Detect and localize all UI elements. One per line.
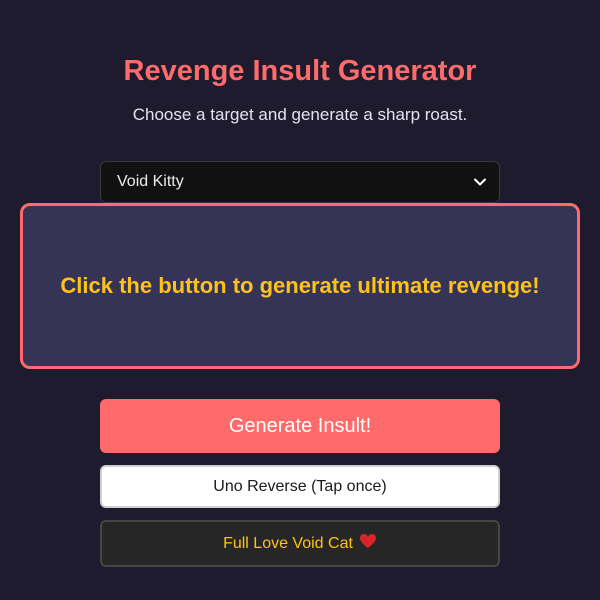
insult-output-box: Click the button to generate ultimate re… [20,203,580,369]
uno-reverse-button[interactable]: Uno Reverse (Tap once) [100,465,500,508]
insult-output-text: Click the button to generate ultimate re… [60,273,540,298]
target-select[interactable]: Void Kitty [100,161,500,203]
generate-insult-button[interactable]: Generate Insult! [100,399,500,453]
full-love-void-cat-button[interactable]: Full Love Void Cat [100,520,500,567]
page: Revenge Insult Generator Choose a target… [0,0,600,600]
target-select-value: Void Kitty [117,173,184,190]
generate-insult-label: Generate Insult! [228,414,372,437]
heart-icon [359,533,377,554]
uno-reverse-label: Uno Reverse (Tap once) [213,477,387,495]
chevron-down-icon [473,175,487,189]
full-love-label: Full Love Void Cat [223,534,353,552]
page-subtitle: Choose a target and generate a sharp roa… [132,105,468,124]
page-title: Revenge Insult Generator [123,55,477,87]
